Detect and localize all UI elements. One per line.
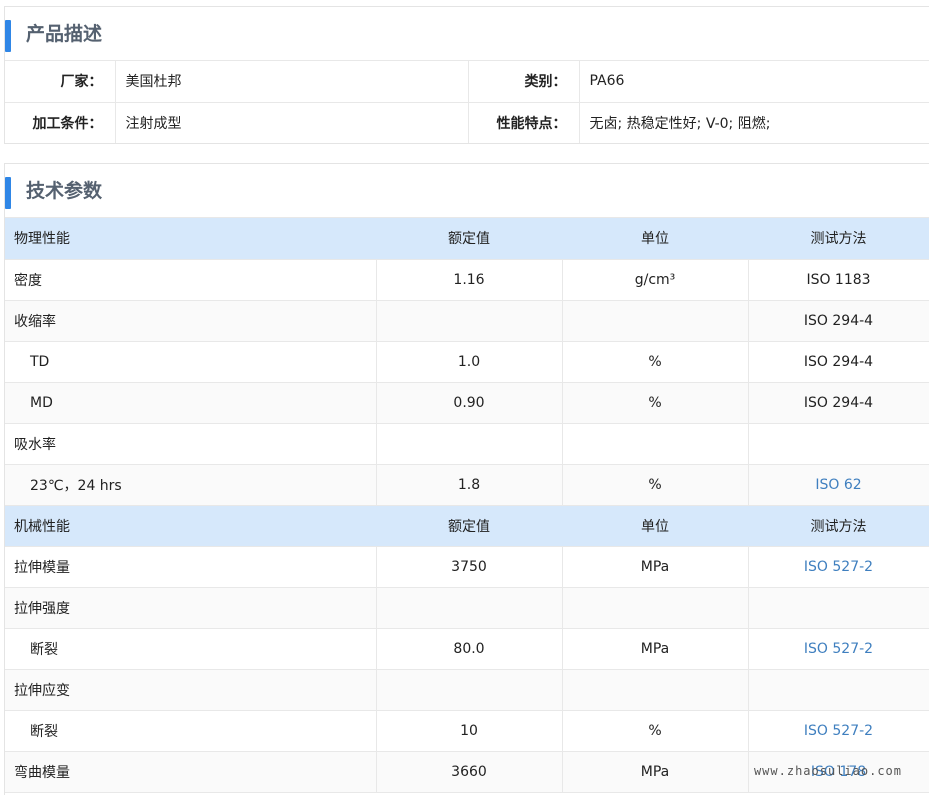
- manufacturer-label: 厂家：: [5, 61, 116, 103]
- features-value: 无卤; 热稳定性好; V-0; 阻燃;: [579, 102, 929, 143]
- spec-row: 拉伸模量 3750 MPa ISO 527-2: [5, 546, 929, 588]
- watermark: www.zhaosuliao.com: [753, 764, 902, 778]
- value-cell: [376, 423, 563, 465]
- spec-group-header: 物理性能 额定值 单位 测试方法: [5, 218, 929, 260]
- unit-cell: MPa: [562, 546, 749, 588]
- product-info-table: 厂家： 美国杜邦 类别： PA66 加工条件： 注射成型 性能特点： 无卤; 热…: [5, 61, 929, 143]
- spec-row: 吸水率: [5, 423, 929, 465]
- value-header-cell: 额定值: [376, 218, 563, 260]
- info-row: 加工条件： 注射成型 性能特点： 无卤; 热稳定性好; V-0; 阻燃;: [5, 102, 929, 143]
- property-name-cell: 弯曲模量: [5, 751, 377, 793]
- property-name-cell: 收缩率: [5, 300, 377, 342]
- unit-cell: [562, 587, 749, 629]
- spec-table: 物理性能 额定值 单位 测试方法 密度 1.16 g/cm³ ISO 1183 收缩率 ISO 2…: [5, 218, 929, 793]
- section-header: 产品描述: [5, 7, 929, 61]
- value-cell: 0.90: [376, 382, 563, 424]
- group-name-cell: 机械性能: [5, 505, 377, 547]
- unit-cell: g/cm³: [562, 259, 749, 301]
- test-method-link[interactable]: ISO 527-2: [748, 546, 929, 588]
- test-method-cell: [748, 423, 929, 465]
- value-cell: 1.0: [376, 341, 563, 383]
- spec-row: 断裂 10% ISO 527-2: [5, 710, 929, 752]
- processing-value: 注射成型: [115, 102, 469, 143]
- value-header-cell: 额定值: [376, 505, 563, 547]
- property-name-cell: 拉伸模量: [5, 546, 377, 588]
- spec-row: 拉伸强度: [5, 587, 929, 629]
- test-method-cell: ISO 1183: [748, 259, 929, 301]
- property-name-cell: MD: [5, 382, 377, 424]
- section-accent-bar: [5, 177, 11, 209]
- spec-group-header: 机械性能 额定值 单位 测试方法: [5, 505, 929, 547]
- technical-parameters-section: 技术参数 物理性能 额定值 单位 测试方法 密度 1.16 g/cm³ ISO 1183 收缩率…: [4, 163, 929, 795]
- property-name-cell: 拉伸应变: [5, 669, 377, 711]
- section-title: 产品描述: [26, 23, 103, 45]
- unit-cell: %: [562, 382, 749, 424]
- property-name-cell: 密度: [5, 259, 377, 301]
- method-header-cell: 测试方法: [748, 218, 929, 260]
- value-cell: 80.0: [376, 628, 563, 670]
- processing-label: 加工条件：: [5, 102, 116, 143]
- property-name-cell: 断裂: [5, 710, 377, 752]
- spec-row: 密度 1.16 g/cm³ ISO 1183: [5, 259, 929, 301]
- unit-header-cell: 单位: [562, 505, 749, 547]
- value-cell: [376, 300, 563, 342]
- property-name-cell: 23℃，24 hrs: [5, 464, 377, 506]
- property-name-cell: 断裂: [5, 628, 377, 670]
- features-label: 性能特点：: [468, 102, 580, 143]
- value-cell: 1.8: [376, 464, 563, 506]
- section-accent-bar: [5, 20, 11, 52]
- test-method-cell: [748, 669, 929, 711]
- test-method-cell: ISO 294-4: [748, 300, 929, 342]
- property-name-cell: 吸水率: [5, 423, 377, 465]
- section-header: 技术参数: [5, 164, 929, 218]
- spec-row: MD 0.90% ISO 294-4: [5, 382, 929, 424]
- test-method-cell: ISO 294-4: [748, 382, 929, 424]
- unit-header-cell: 单位: [562, 218, 749, 260]
- unit-cell: MPa: [562, 751, 749, 793]
- value-cell: [376, 669, 563, 711]
- category-label: 类别：: [468, 61, 580, 103]
- category-value: PA66: [579, 61, 929, 103]
- info-row: 厂家： 美国杜邦 类别： PA66: [5, 61, 929, 103]
- value-cell: 10: [376, 710, 563, 752]
- test-method-link[interactable]: ISO 62: [748, 464, 929, 506]
- test-method-link[interactable]: ISO 527-2: [748, 710, 929, 752]
- value-cell: [376, 587, 563, 629]
- property-name-cell: 拉伸强度: [5, 587, 377, 629]
- unit-cell: [562, 300, 749, 342]
- test-method-cell: ISO 294-4: [748, 341, 929, 383]
- unit-cell: %: [562, 710, 749, 752]
- test-method-cell: [748, 587, 929, 629]
- value-cell: 1.16: [376, 259, 563, 301]
- unit-cell: %: [562, 464, 749, 506]
- value-cell: 3660: [376, 751, 563, 793]
- test-method-link[interactable]: ISO 527-2: [748, 628, 929, 670]
- group-name-cell: 物理性能: [5, 218, 377, 260]
- spec-row: 断裂 80.0 MPa ISO 527-2: [5, 628, 929, 670]
- unit-cell: [562, 669, 749, 711]
- method-header-cell: 测试方法: [748, 505, 929, 547]
- unit-cell: [562, 423, 749, 465]
- spec-row: 23℃，24 hrs 1.8% ISO 62: [5, 464, 929, 506]
- manufacturer-value: 美国杜邦: [115, 61, 469, 103]
- product-description-section: 产品描述 厂家： 美国杜邦 类别： PA66 加工条件： 注射成型 性能特点： …: [4, 6, 929, 144]
- unit-cell: %: [562, 341, 749, 383]
- spec-row: 拉伸应变: [5, 669, 929, 711]
- property-name-cell: TD: [5, 341, 377, 383]
- spec-row: 收缩率 ISO 294-4: [5, 300, 929, 342]
- value-cell: 3750: [376, 546, 563, 588]
- spec-row: TD 1.0% ISO 294-4: [5, 341, 929, 383]
- unit-cell: MPa: [562, 628, 749, 670]
- section-title: 技术参数: [26, 180, 103, 202]
